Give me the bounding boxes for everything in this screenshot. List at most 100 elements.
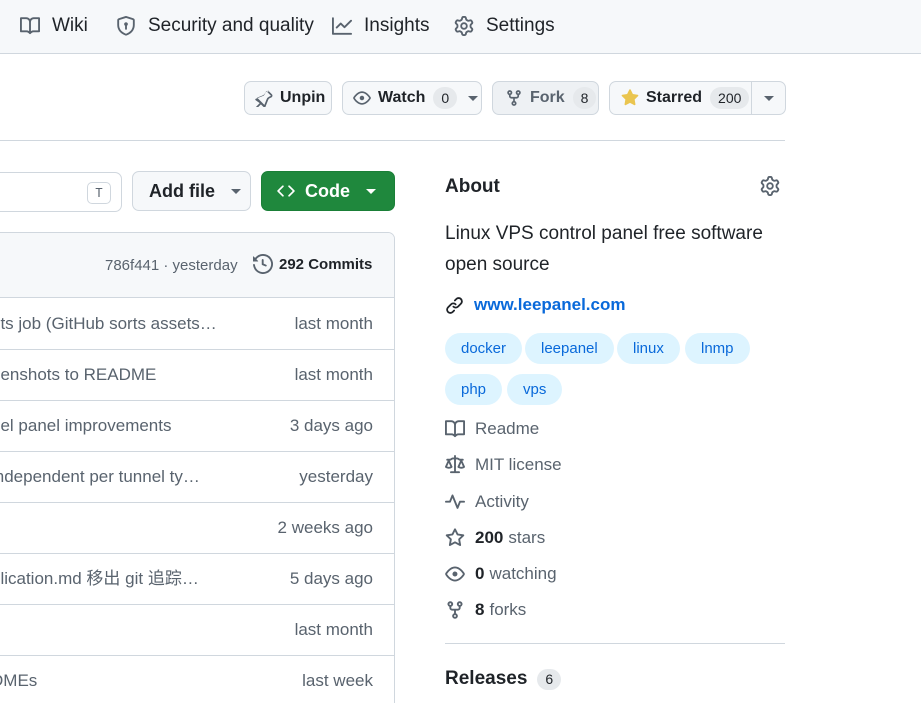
code-label: Code [305,180,350,201]
commit-sha-time[interactable]: 786f441 · yesterday [105,257,238,274]
license-label: MIT license [475,455,562,474]
watching-count: 0 [475,564,485,583]
graph-icon [332,17,352,35]
topic-tag[interactable]: linux [617,333,680,364]
tab-security[interactable]: Security and quality [116,0,314,52]
commit-time: last month [294,365,373,384]
activity-link[interactable]: Activity [445,489,529,515]
latest-commit-bar: 786f441 · yesterday 292 Commits [0,233,394,298]
forks-label: forks [489,600,527,619]
go-to-file-input[interactable]: T [0,172,122,212]
topic-tag[interactable]: lnmp [685,333,750,364]
eye-icon [353,91,371,105]
book-icon [20,17,40,35]
commit-time: 5 days ago [289,569,373,588]
star-icon [445,528,465,547]
commits-link[interactable]: 292 Commits [253,254,372,274]
repo-nav: Wiki Security and quality Insights Setti… [0,0,921,54]
commit-message[interactable]: independent per tunnel ty… [0,452,223,502]
commits-count: 292 Commits [279,255,373,273]
watching-label: watching [489,564,557,583]
watching-link[interactable]: 0 watching [445,561,557,587]
repo-description: Linux VPS control panel free software op… [445,223,763,275]
fork-count-badge: 8 [572,87,597,109]
website-link[interactable]: www.leepanel.com [445,292,625,318]
file-row[interactable]: nel panel improvements 3 days ago [0,401,394,452]
link-icon [446,296,463,314]
starred-label: Starred [646,89,703,106]
topic-tag[interactable]: leepanel [525,333,614,364]
commit-message[interactable]: ets job (GitHub sorts assets… [0,299,223,349]
commit-message[interactable]: nel panel improvements [0,401,223,451]
stars-count: 200 [475,528,504,547]
gear-icon [454,16,474,36]
stars-link[interactable]: 200 stars [445,525,545,551]
license-link[interactable]: MIT license [445,452,562,478]
star-count-badge: 200 [710,87,750,109]
file-row[interactable]: ets job (GitHub sorts assets… last month [0,299,394,350]
readme-link[interactable]: Readme [445,416,539,442]
tab-wiki-label: Wiki [52,15,88,36]
chevron-down-icon[interactable] [468,95,479,101]
commit-time: last month [294,620,373,639]
fork-button[interactable]: Fork 8 [492,81,599,115]
pin-icon [255,90,273,107]
gear-icon[interactable] [760,176,780,196]
chevron-down-icon [231,188,241,194]
history-icon [253,254,273,274]
header-divider [0,140,785,141]
tab-settings[interactable]: Settings [454,0,555,52]
tab-security-label: Security and quality [148,15,314,36]
commit-message[interactable] [0,605,223,655]
chevron-down-icon [366,188,376,194]
forks-count: 8 [475,600,485,619]
tab-wiki[interactable]: Wiki [20,0,88,52]
file-row[interactable]: last month [0,605,394,656]
topic-tag[interactable]: vps [507,374,563,405]
commit-message[interactable] [0,503,223,553]
file-row[interactable]: DMEs last week [0,656,394,703]
commit-message[interactable]: DMEs [0,656,223,703]
code-button[interactable]: Code [261,171,395,211]
commit-message[interactable]: plication.md 移出 git 追踪… [0,554,223,604]
shield-icon [117,16,135,36]
eye-icon [445,566,465,582]
fork-label: Fork [530,89,565,106]
file-row[interactable]: 2 weeks ago [0,503,394,554]
file-row[interactable]: eenshots to README last month [0,350,394,401]
about-heading: About [445,176,500,197]
website-url: www.leepanel.com [474,295,626,314]
tab-settings-label: Settings [486,15,555,36]
commit-time: yesterday [299,467,373,486]
activity-label: Activity [475,492,529,511]
commit-time: 2 weeks ago [277,518,373,537]
readme-label: Readme [475,419,540,438]
releases-count-badge: 6 [537,668,562,690]
pulse-icon [445,494,465,509]
chevron-down-icon[interactable] [764,96,774,101]
file-row[interactable]: independent per tunnel ty… yesterday [0,452,394,503]
commit-time: last month [294,314,373,333]
sidebar-divider [445,643,785,644]
fork-icon [507,90,521,106]
code-icon [277,185,295,197]
watch-count-badge: 0 [433,87,458,109]
releases-label: Releases [445,668,528,689]
topic-tag[interactable]: php [445,374,503,405]
starred-button[interactable]: Starred 200 [609,81,786,115]
releases-heading[interactable]: Releases 6 [445,668,562,690]
topic-tag[interactable]: docker [445,333,523,364]
unpin-button[interactable]: Unpin [244,81,332,115]
star-filled-icon [621,89,639,106]
forks-link[interactable]: 8 forks [445,597,526,623]
tab-insights[interactable]: Insights [332,0,429,52]
watch-button[interactable]: Watch 0 [342,81,482,115]
file-row[interactable]: plication.md 移出 git 追踪… 5 days ago [0,554,394,605]
stars-label: stars [508,528,546,547]
fork-icon [447,601,463,619]
keyboard-shortcut-hint: T [87,182,111,204]
add-file-button[interactable]: Add file [132,171,251,211]
tab-insights-label: Insights [364,15,430,36]
book-icon [445,420,465,438]
commit-message[interactable]: eenshots to README [0,350,223,400]
